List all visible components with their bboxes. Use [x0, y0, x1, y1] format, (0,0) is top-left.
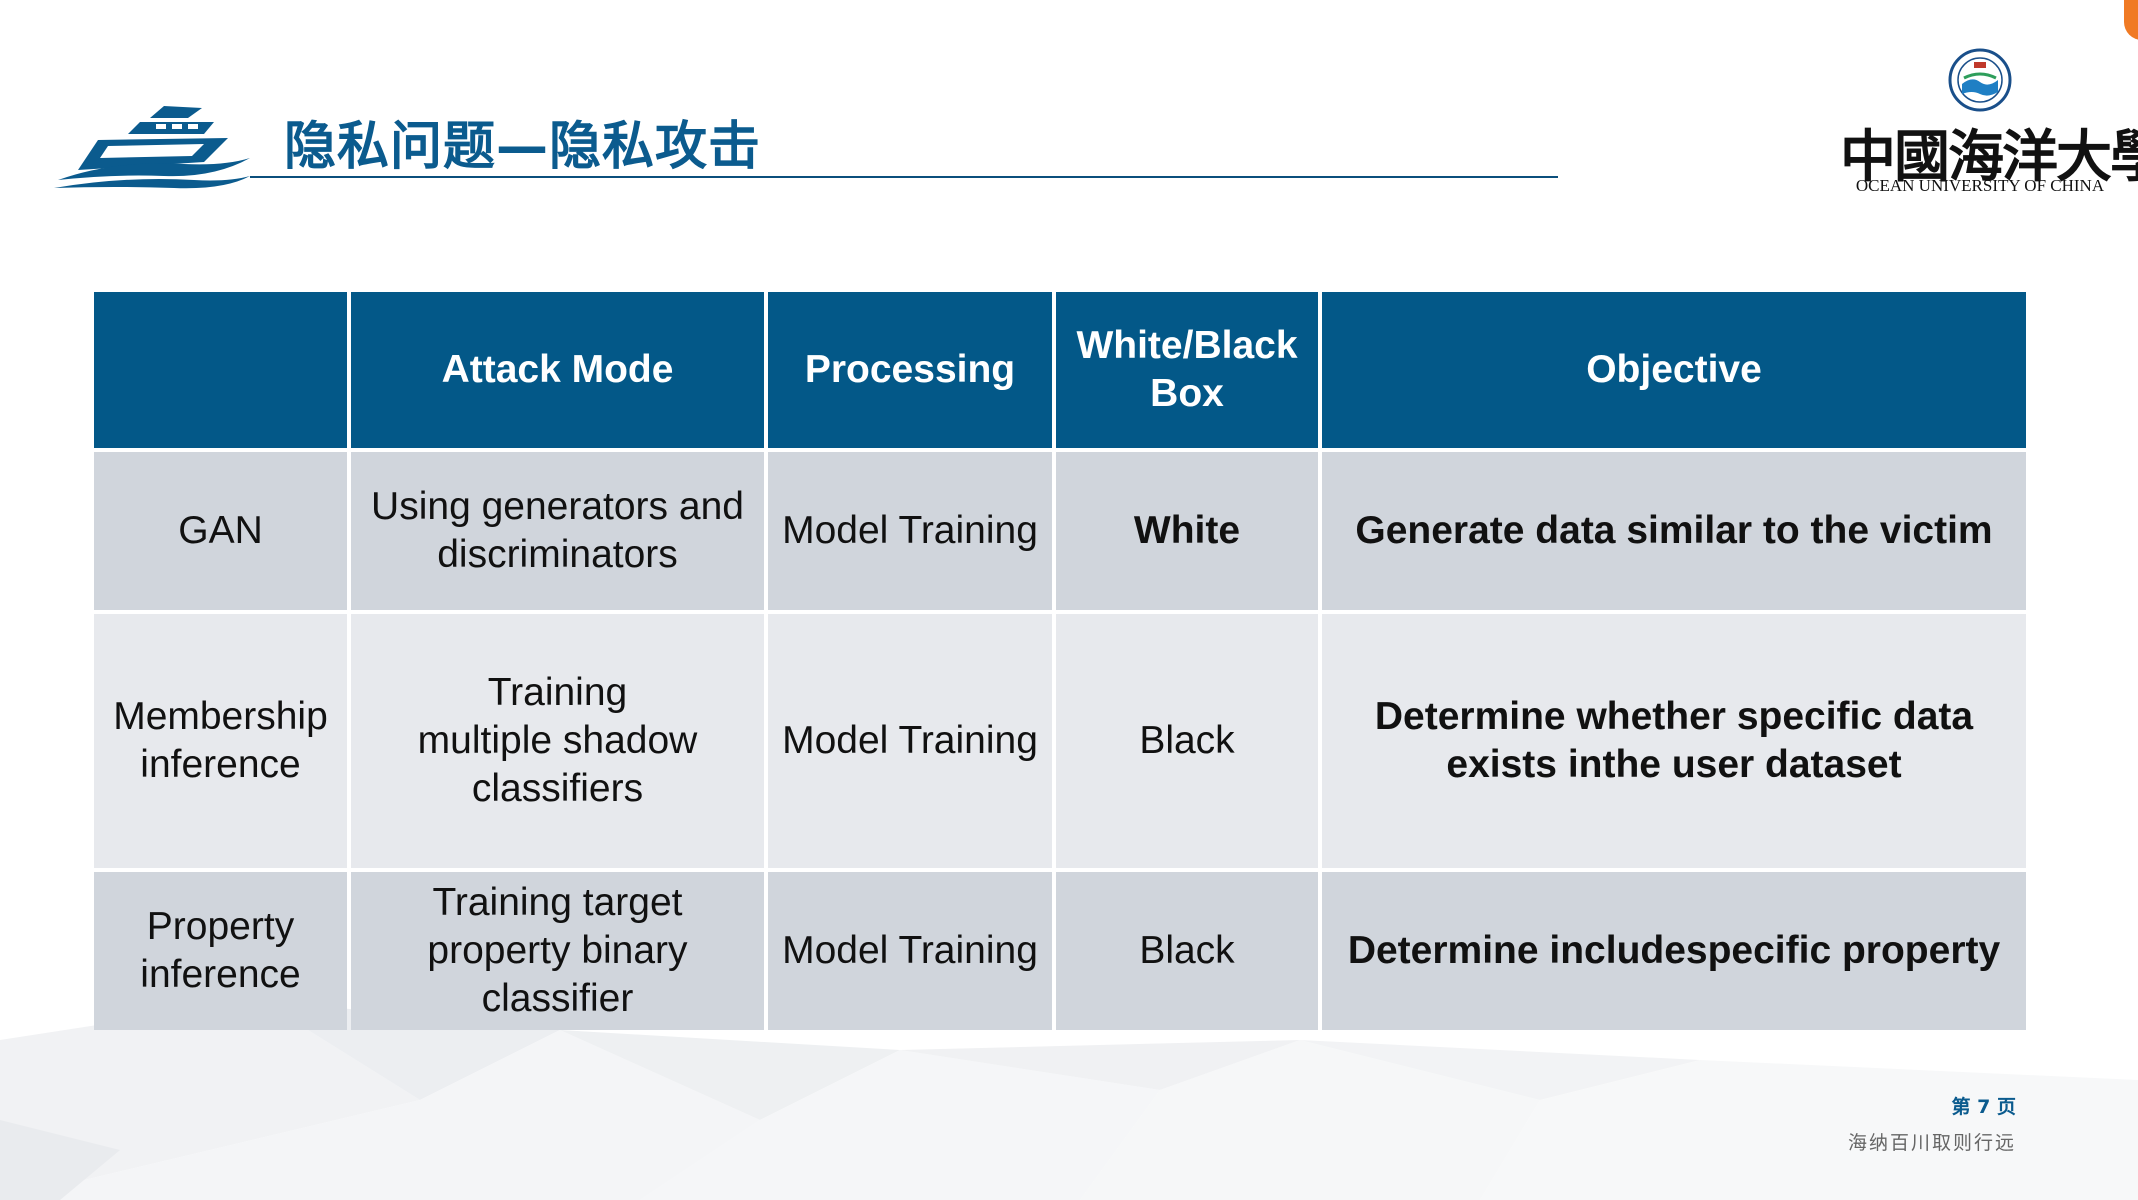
processing-cell: Model Training — [768, 872, 1052, 1030]
slide: 隐私问题—隐私攻击 中國海洋大學 OCEAN UNIVERSITY OF CHI… — [0, 0, 2138, 1200]
objective-cell: Determine includespecific property — [1322, 872, 2026, 1030]
header-cell-blank — [94, 292, 347, 448]
table-row: Property inference Training target prope… — [94, 872, 2026, 1030]
seal-icon — [1948, 48, 2012, 112]
row-name-cell: Property inference — [94, 872, 347, 1030]
objective-cell: Determine whether specific data exists i… — [1322, 614, 2026, 868]
table-row: Membership inference Training multiple s… — [94, 614, 2026, 868]
title-divider — [250, 176, 1558, 178]
footer-motto: 海纳百川取则行远 — [1847, 1132, 2016, 1154]
page-number: 第 7 页 — [1951, 1096, 2016, 1118]
university-name-en: OCEAN UNIVERSITY OF CHINA — [1855, 176, 2105, 195]
objective-cell: Generate data similar to the victim — [1322, 452, 2026, 610]
table-row: GAN Using generators and discriminators … — [94, 452, 2026, 610]
slide-title: 隐私问题—隐私攻击 — [284, 117, 762, 177]
header-cell-processing: Processing — [768, 292, 1052, 448]
row-name-cell: GAN — [94, 452, 347, 610]
header-cell-box: White/Black Box — [1056, 292, 1318, 448]
box-cell: Black — [1056, 872, 1318, 1030]
processing-cell: Model Training — [768, 452, 1052, 610]
header-cell-objective: Objective — [1322, 292, 2026, 448]
attack-mode-cell: Training target property binary classifi… — [351, 872, 764, 1030]
attack-table: Attack Mode Processing White/Black Box O… — [90, 288, 2030, 1034]
table-header-row: Attack Mode Processing White/Black Box O… — [94, 292, 2026, 448]
attack-mode-cell: Training multiple shadow classifiers — [351, 614, 764, 868]
processing-cell: Model Training — [768, 614, 1052, 868]
box-cell: Black — [1056, 614, 1318, 868]
ship-icon — [54, 106, 250, 189]
box-cell: White — [1056, 452, 1318, 610]
attack-mode-cell: Using generators and discriminators — [351, 452, 764, 610]
university-logo: 中國海洋大學 OCEAN UNIVERSITY OF CHINA — [1840, 42, 2138, 202]
header-cell-attack-mode: Attack Mode — [351, 292, 764, 448]
row-name-cell: Membership inference — [94, 614, 347, 868]
